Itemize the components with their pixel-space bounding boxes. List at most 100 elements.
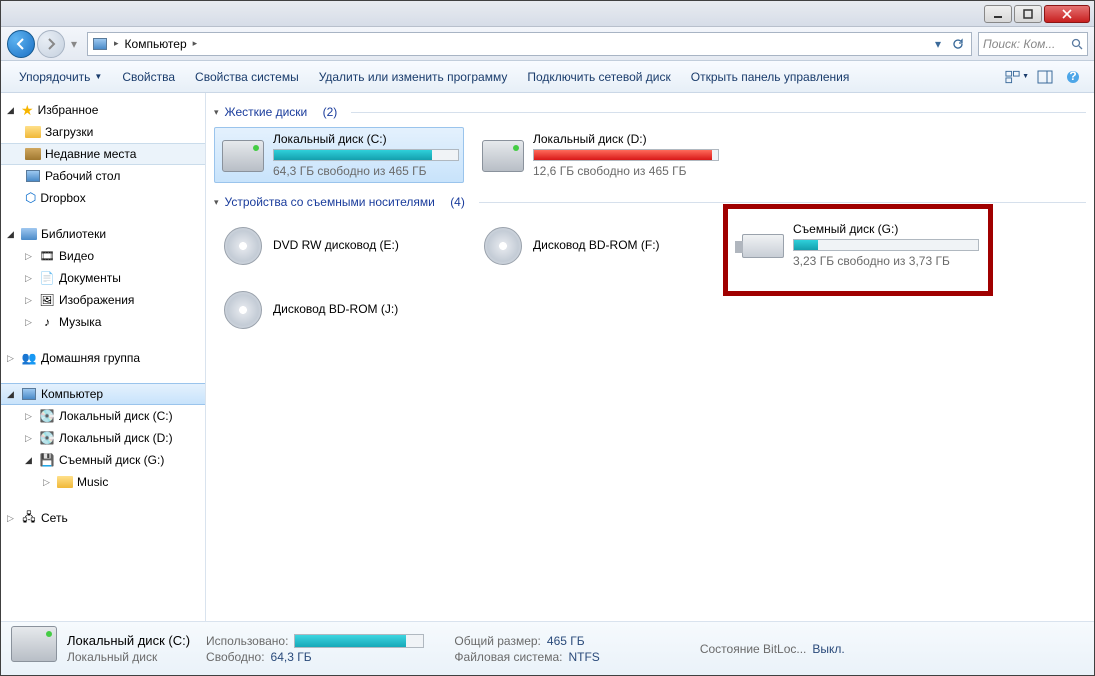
breadcrumb-sep-icon: ▸ [114,38,119,49]
sidebar-removable-g[interactable]: ◢💾Съемный диск (G:) [1,449,205,471]
breadcrumb-sep-icon: ▸ [193,38,198,49]
picture-icon: 🖼 [39,292,55,308]
drive-e-tile[interactable]: DVD RW дисковод (E:) [214,217,464,273]
sidebar-network[interactable]: ▷🖧Сеть [1,507,205,529]
sidebar-music[interactable]: ▷♪Музыка [1,311,205,333]
drive-d-label: Локальный диск (D:) [533,132,719,146]
details-subtitle: Локальный диск [67,650,190,664]
drive-d-usage-bar [533,149,719,161]
sidebar-dropbox[interactable]: ⬡Dropbox [1,187,205,209]
nav-history-dropdown[interactable]: ▾ [67,35,81,53]
computer-icon [21,386,37,402]
video-icon: 🎞 [39,248,55,264]
refresh-icon[interactable] [949,35,967,53]
minimize-button[interactable] [984,5,1012,23]
sidebar-favorites[interactable]: ◢★Избранное [1,99,205,121]
preview-pane-icon[interactable] [1032,65,1058,89]
drive-d-free-text: 12,6 ГБ свободно из 465 ГБ [533,164,719,178]
bd-icon [219,286,267,334]
search-input[interactable]: Поиск: Ком... [978,32,1088,56]
details-usage-bar [294,634,424,648]
folder-icon [25,124,41,140]
address-bar[interactable]: ▸ Компьютер ▸ ▾ [87,32,972,56]
libraries-icon [21,226,37,242]
hdd-icon: 💽 [39,408,55,424]
drive-g-usage-bar [793,239,979,251]
folder-icon [57,474,73,490]
body: ◢★Избранное Загрузки Недавние места Рабо… [1,93,1094,621]
sidebar-videos[interactable]: ▷🎞Видео [1,245,205,267]
address-dropdown-icon[interactable]: ▾ [929,35,947,53]
explorer-window: ▾ ▸ Компьютер ▸ ▾ Поиск: Ком... Упорядоч… [0,0,1095,676]
sidebar-downloads[interactable]: Загрузки [1,121,205,143]
usb-icon: 💾 [39,452,55,468]
drive-c-tile[interactable]: Локальный диск (C:) 64,3 ГБ свободно из … [214,127,464,183]
hdd-icon [479,132,527,180]
svg-text:?: ? [1069,70,1076,83]
sidebar-local-d[interactable]: ▷💽Локальный диск (D:) [1,427,205,449]
sidebar-local-c[interactable]: ▷💽Локальный диск (C:) [1,405,205,427]
drive-f-tile[interactable]: Дисковод BD-ROM (F:) [474,217,724,273]
collapse-icon: ▾ [214,107,219,118]
sidebar-pictures[interactable]: ▷🖼Изображения [1,289,205,311]
organize-menu[interactable]: Упорядочить▼ [9,61,112,92]
details-title: Локальный диск (C:) [67,633,190,648]
open-control-panel-button[interactable]: Открыть панель управления [681,61,860,92]
sidebar-desktop[interactable]: Рабочий стол [1,165,205,187]
search-icon [1071,38,1083,50]
help-icon[interactable]: ? [1060,65,1086,89]
desktop-icon [25,168,41,184]
hdd-icon: 💽 [39,430,55,446]
uninstall-program-button[interactable]: Удалить или изменить программу [309,61,518,92]
properties-button[interactable]: Свойства [112,61,185,92]
collapse-icon: ▾ [214,197,219,208]
drive-j-tile[interactable]: Дисковод BD-ROM (J:) [214,281,464,337]
sidebar-homegroup[interactable]: ▷👥Домашняя группа [1,347,205,369]
sidebar-libraries[interactable]: ◢Библиотеки [1,223,205,245]
computer-icon [92,36,108,52]
group-hdd-header[interactable]: ▾ Жесткие диски (2) [214,105,1086,119]
hdd-icon [219,132,267,180]
sidebar-music-folder[interactable]: ▷Music [1,471,205,493]
content-area: ▾ Жесткие диски (2) Локальный диск (C:) … [206,93,1094,621]
bd-icon [479,222,527,270]
sidebar-documents[interactable]: ▷📄Документы [1,267,205,289]
forward-button[interactable] [37,30,65,58]
drive-e-label: DVD RW дисковод (E:) [273,238,459,252]
homegroup-icon: 👥 [21,350,37,366]
drive-d-tile[interactable]: Локальный диск (D:) 12,6 ГБ свободно из … [474,127,724,183]
drive-f-label: Дисковод BD-ROM (F:) [533,238,719,252]
search-placeholder: Поиск: Ком... [983,37,1055,51]
breadcrumb-root[interactable]: Компьютер [125,37,187,51]
network-icon: 🖧 [21,510,37,526]
document-icon: 📄 [39,270,55,286]
group-removable-header[interactable]: ▾ Устройства со съемными носителями (4) [214,195,1086,209]
recent-icon [25,146,41,162]
sidebar-computer[interactable]: ◢Компьютер [1,383,205,405]
system-properties-button[interactable]: Свойства системы [185,61,309,92]
drive-c-usage-bar [273,149,459,161]
toolbar: Упорядочить▼ Свойства Свойства системы У… [1,61,1094,93]
music-icon: ♪ [39,314,55,330]
details-pane: Локальный диск (C:) Локальный диск Испол… [1,621,1094,675]
map-network-drive-button[interactable]: Подключить сетевой диск [517,61,680,92]
star-icon: ★ [21,102,34,119]
navbar: ▾ ▸ Компьютер ▸ ▾ Поиск: Ком... [1,27,1094,61]
close-button[interactable] [1044,5,1090,23]
sidebar-recent[interactable]: Недавние места [1,143,205,165]
hdd-icon [11,626,57,672]
usb-drive-icon [739,222,787,270]
dvd-icon [219,222,267,270]
view-options-icon[interactable]: ▼ [1004,65,1030,89]
drive-g-tile[interactable]: Съемный диск (G:) 3,23 ГБ свободно из 3,… [734,217,984,273]
drive-c-free-text: 64,3 ГБ свободно из 465 ГБ [273,164,459,178]
titlebar [1,1,1094,27]
maximize-button[interactable] [1014,5,1042,23]
navigation-pane[interactable]: ◢★Избранное Загрузки Недавние места Рабо… [1,93,206,621]
drive-g-free-text: 3,23 ГБ свободно из 3,73 ГБ [793,254,979,268]
dropbox-icon: ⬡ [25,190,36,206]
drive-c-label: Локальный диск (C:) [273,132,459,146]
drive-j-label: Дисковод BD-ROM (J:) [273,302,459,316]
drive-g-label: Съемный диск (G:) [793,222,979,236]
back-button[interactable] [7,30,35,58]
